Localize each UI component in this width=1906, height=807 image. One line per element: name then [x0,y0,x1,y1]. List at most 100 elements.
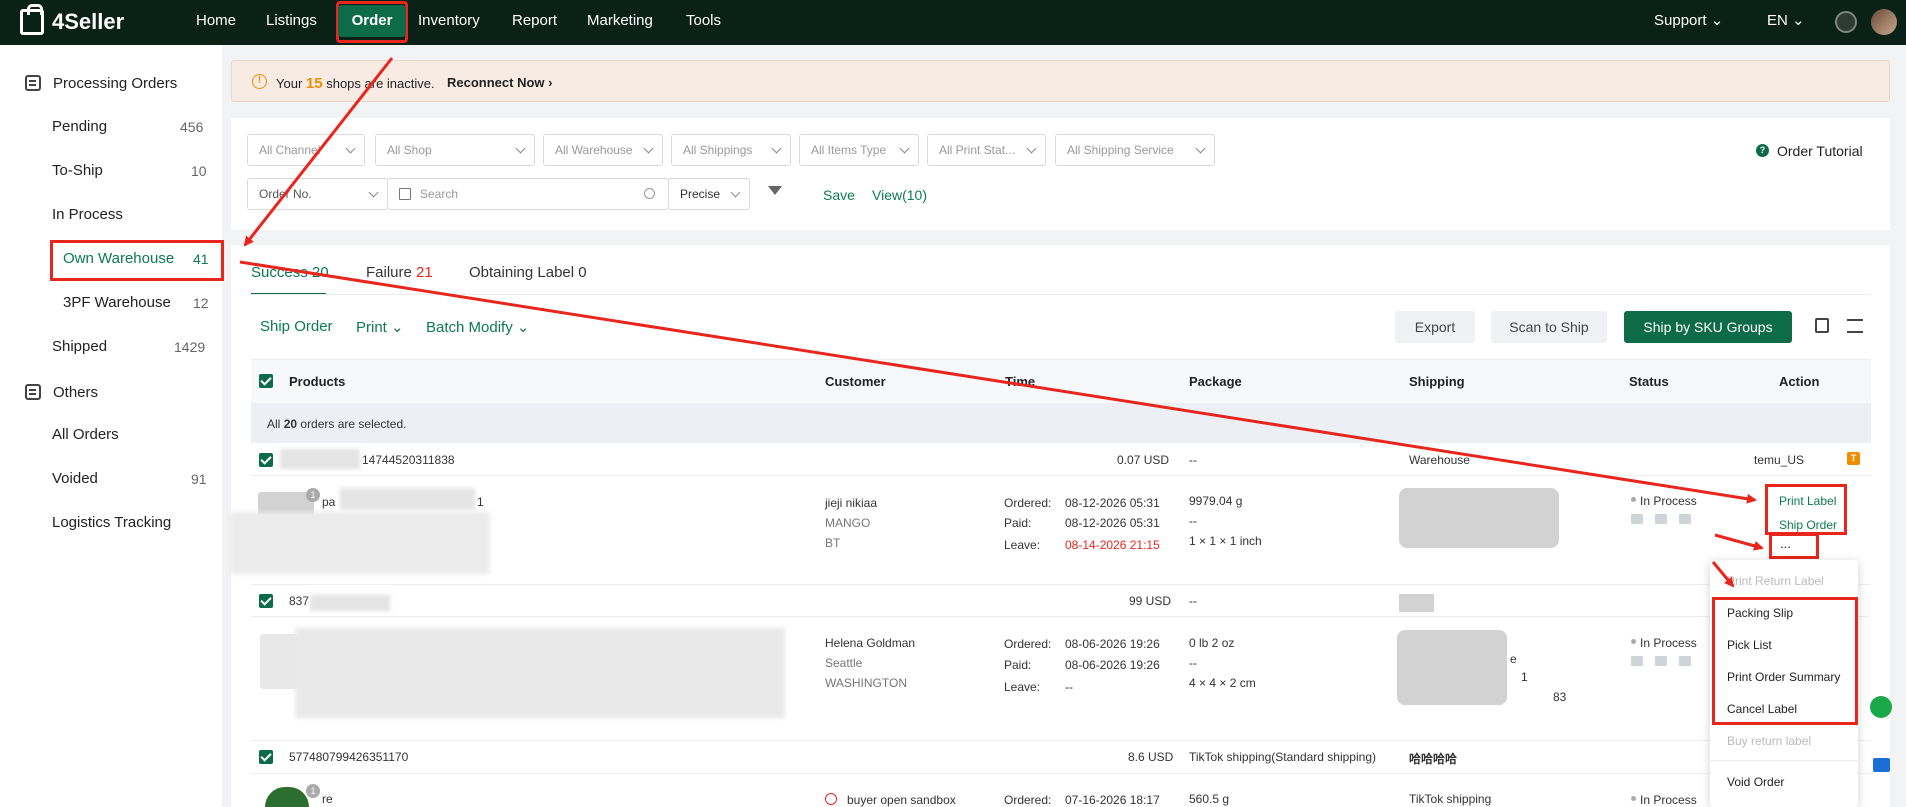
tab-success[interactable]: Success 20 [251,248,329,298]
order-no-select[interactable]: Order No. [247,178,388,210]
row-divider [251,584,1871,585]
customer-name[interactable]: Helena Goldman [825,636,915,650]
ship-order-button[interactable]: Ship Order [260,318,333,335]
nav-inventory[interactable]: Inventory [418,0,480,45]
chat-icon[interactable] [1870,696,1892,718]
print-menu[interactable]: Print ⌄ [356,318,404,336]
customer-city: MANGO [825,516,871,530]
select-all-checkbox[interactable] [259,374,273,388]
app-logo[interactable]: 4Seller [20,4,125,36]
order-number[interactable]: 577480799426351170 [289,750,408,764]
tab-obtaining-label[interactable]: Obtaining Label 0 [469,248,587,298]
sidebar-item-pending[interactable]: Pending [52,116,107,138]
redacted-block [310,595,390,611]
print-label-button[interactable]: Print Label [1779,494,1836,508]
order-number[interactable]: 837 [289,594,309,608]
product-name[interactable]: re [322,792,333,806]
nav-listings[interactable]: Listings [266,0,317,45]
order-checkbox[interactable] [259,594,273,608]
ship-by-sku-groups-button[interactable]: Ship by SKU Groups [1624,311,1792,343]
clipboard-icon [25,75,41,91]
ship-order-action-button[interactable]: Ship Order [1779,518,1837,532]
view-button[interactable]: View(10) [872,187,927,203]
tab-failure[interactable]: Failure 21 [366,248,433,298]
col-action: Action [1779,374,1820,389]
quantity-badge: 1 [306,488,320,502]
product-name[interactable]: pa [322,495,335,509]
shippings-select[interactable]: All Shippings [671,134,791,166]
menu-void-order[interactable]: Void Order [1727,775,1784,789]
nav-order[interactable]: Order [338,5,406,37]
menu-print-return-label[interactable]: Print Return Label [1727,574,1824,588]
search-icon[interactable] [644,188,655,199]
items-type-select[interactable]: All Items Type [799,134,919,166]
more-actions-highlight [1769,533,1819,559]
chevron-down-icon [515,143,526,154]
shipping-service-select[interactable]: All Shipping Service [1055,134,1215,166]
order-amount: 99 USD [1129,594,1172,608]
tab-success-count: 20 [311,264,329,281]
language-menu[interactable]: EN ⌄ [1767,0,1805,45]
print-settings-icon[interactable] [1815,318,1829,333]
menu-buy-return-label[interactable]: Buy return label [1727,734,1811,748]
customer-name[interactable]: buyer open sandbox [847,793,956,807]
sidebar-item-logistics-tracking[interactable]: Logistics Tracking [52,512,171,534]
support-menu[interactable]: Support ⌄ [1654,0,1723,45]
user-avatar[interactable] [1871,9,1897,35]
sidebar-section-processing[interactable]: Processing Orders [25,71,177,95]
channel-select[interactable]: All Channel [247,134,365,166]
reconnect-now-link[interactable]: Reconnect Now › [447,75,552,90]
sidebar-item-3pf-warehouse[interactable]: 3PF Warehouse [63,292,171,314]
brand-name: 4Seller [52,9,125,34]
sidebar-item-shipped[interactable]: Shipped [52,336,107,358]
sidebar-item-to-ship[interactable]: To-Ship [52,160,103,182]
document-icon [1679,656,1691,666]
settings-icon[interactable] [1835,11,1857,33]
customer-name[interactable]: jieji nikiaa [825,496,877,510]
monitor-icon[interactable] [1873,758,1890,772]
order-checkbox[interactable] [259,453,273,467]
sidebar-item-own-warehouse[interactable]: Own Warehouse [63,248,174,270]
column-settings-icon[interactable] [1847,319,1863,333]
order-checkbox[interactable] [259,750,273,764]
barcode-scan-icon[interactable] [399,188,411,200]
batch-modify-menu[interactable]: Batch Modify ⌄ [426,318,529,336]
package-info: -- [1189,514,1197,528]
time-ordered-label: Ordered: [1004,496,1052,510]
nav-tools[interactable]: Tools [686,0,721,45]
reconnect-label: Reconnect Now [447,75,545,90]
precise-select[interactable]: Precise [668,178,750,210]
print-status-value: All Print Stat... [939,143,1016,157]
search-input[interactable]: Search [387,178,669,210]
section-label: Others [53,383,99,401]
shop-select[interactable]: All Shop [375,134,535,166]
sidebar-item-all-orders[interactable]: All Orders [52,424,119,446]
sidebar-section-others[interactable]: Others [25,380,98,404]
export-button[interactable]: Export [1395,311,1475,343]
order-tutorial-link[interactable]: Order Tutorial [1777,143,1863,159]
menu-cancel-label[interactable]: Cancel Label [1727,702,1797,716]
sidebar-item-in-process[interactable]: In Process [52,204,123,226]
shippings-value: All Shippings [683,143,753,157]
nav-home[interactable]: Home [196,0,236,45]
time-leave: -- [1065,680,1073,694]
nav-report[interactable]: Report [512,0,557,45]
menu-packing-slip[interactable]: Packing Slip [1727,606,1793,620]
chevron-right-icon: › [548,75,553,90]
order-amount: 8.6 USD [1128,750,1174,764]
more-actions-button[interactable]: ... [1780,536,1791,551]
product-thumbnail[interactable] [260,634,298,689]
menu-print-order-summary[interactable]: Print Order Summary [1727,670,1840,684]
nav-marketing[interactable]: Marketing [587,0,653,45]
chevron-down-icon: ⌄ [516,319,530,336]
scan-to-ship-button[interactable]: Scan to Ship [1491,311,1607,343]
redacted-block [340,488,475,510]
menu-pick-list[interactable]: Pick List [1727,638,1772,652]
channel-value: All Channel [259,143,321,157]
order-number[interactable]: 14744520311838 [362,453,455,467]
save-button[interactable]: Save [823,187,855,203]
print-status-select[interactable]: All Print Stat... [927,134,1046,166]
warehouse-select[interactable]: All Warehouse [543,134,663,166]
sidebar-item-voided[interactable]: Voided [52,468,98,490]
filter-funnel-icon[interactable] [768,186,782,195]
